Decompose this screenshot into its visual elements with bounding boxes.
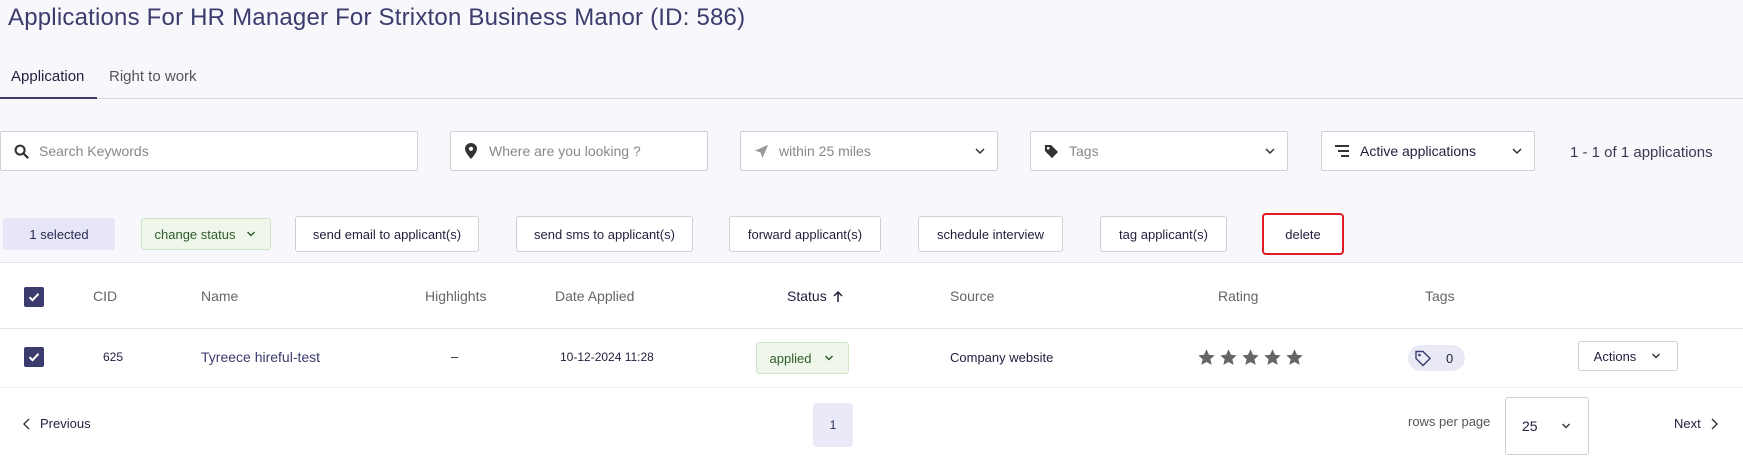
delete-button[interactable]: delete [1262, 213, 1344, 255]
header-highlights: Highlights [425, 288, 487, 304]
applications-table: CID Name Highlights Date Applied Status … [0, 262, 1743, 464]
row-actions-button[interactable]: Actions [1578, 341, 1678, 371]
header-date-applied[interactable]: Date Applied [555, 288, 634, 304]
chevron-down-icon [973, 144, 987, 158]
chevron-down-icon [823, 352, 835, 364]
header-cid[interactable]: CID [93, 288, 117, 304]
previous-label: Previous [40, 416, 91, 431]
filter-lines-icon [1334, 143, 1350, 159]
send-email-button[interactable]: send email to applicant(s) [295, 216, 479, 252]
chevron-down-icon [1560, 420, 1572, 432]
navigation-arrow-icon [753, 143, 769, 159]
tags-select[interactable]: Tags [1030, 131, 1288, 171]
applicant-name-link[interactable]: Tyreece hireful-test [201, 349, 320, 365]
pagination-bar: Previous 1 rows per page 25 Next [0, 387, 1743, 464]
table-header: CID Name Highlights Date Applied Status … [0, 263, 1743, 329]
status-label: applied [769, 350, 812, 366]
application-status-filter[interactable]: Active applications [1321, 131, 1535, 171]
change-status-button[interactable]: change status [141, 218, 271, 250]
location-placeholder: Where are you looking ? [489, 143, 641, 159]
star-icon [1286, 349, 1303, 365]
chevron-down-icon [1263, 144, 1277, 158]
active-tab-indicator [0, 97, 97, 99]
chevron-right-icon [1709, 418, 1719, 430]
search-input[interactable]: Search Keywords [0, 131, 418, 171]
next-page-button[interactable]: Next [1674, 416, 1719, 431]
sort-arrow-up-icon [832, 290, 844, 303]
rating-stars[interactable] [1197, 348, 1304, 367]
page-title: Applications For HR Manager For Strixton… [8, 4, 746, 31]
star-icon [1220, 349, 1237, 365]
header-status-label: Status [787, 288, 827, 304]
selected-count-badge: 1 selected [3, 218, 115, 250]
select-all-checkbox[interactable] [24, 287, 44, 307]
map-pin-icon [463, 143, 479, 159]
tag-outline-icon [1414, 349, 1432, 367]
star-icon [1242, 349, 1259, 365]
tag-applicant-button[interactable]: tag applicant(s) [1100, 216, 1227, 252]
header-name[interactable]: Name [201, 288, 238, 304]
header-rating[interactable]: Rating [1218, 288, 1258, 304]
header-tags: Tags [1425, 288, 1455, 304]
row-highlights: – [451, 349, 459, 364]
tag-icon [1043, 143, 1059, 159]
header-status[interactable]: Status [787, 288, 844, 304]
schedule-interview-button[interactable]: schedule interview [918, 216, 1063, 252]
chevron-left-icon [22, 418, 32, 430]
radius-select[interactable]: within 25 miles [740, 131, 998, 171]
location-input[interactable]: Where are you looking ? [450, 131, 708, 171]
radius-value: within 25 miles [779, 143, 871, 159]
next-label: Next [1674, 416, 1701, 431]
change-status-label: change status [154, 226, 236, 242]
rows-per-page-select[interactable]: 25 [1505, 397, 1589, 455]
results-count: 1 - 1 of 1 applications [1570, 144, 1713, 161]
previous-page-button[interactable]: Previous [22, 416, 91, 431]
checkmark-icon [28, 353, 40, 362]
actions-label: Actions [1593, 348, 1637, 364]
tags-placeholder: Tags [1069, 143, 1099, 159]
rows-per-page-value: 25 [1522, 418, 1538, 434]
row-source: Company website [950, 350, 1054, 365]
application-filter-value: Active applications [1360, 143, 1476, 159]
tags-count: 0 [1446, 350, 1454, 366]
header-source[interactable]: Source [950, 288, 994, 304]
row-date-applied: 10-12-2024 11:28 [560, 350, 654, 364]
send-sms-button[interactable]: send sms to applicant(s) [516, 216, 693, 252]
checkmark-icon [28, 293, 40, 302]
chevron-down-icon [245, 228, 257, 240]
chevron-down-icon [1510, 144, 1524, 158]
page-number-button[interactable]: 1 [813, 403, 853, 447]
tab-application[interactable]: Application [11, 68, 84, 85]
forward-applicant-button[interactable]: forward applicant(s) [729, 216, 881, 252]
table-row[interactable]: 625 Tyreece hireful-test – 10-12-2024 11… [0, 329, 1743, 387]
row-tags-badge[interactable]: 0 [1408, 345, 1465, 371]
tab-bar: Application Right to work [0, 62, 1743, 99]
search-placeholder: Search Keywords [39, 143, 149, 159]
rows-per-page-label: rows per page [1408, 414, 1491, 429]
star-icon [1198, 349, 1215, 365]
row-checkbox[interactable] [24, 347, 44, 367]
chevron-down-icon [1650, 350, 1662, 362]
tab-right-to-work[interactable]: Right to work [109, 68, 197, 85]
row-cid: 625 [103, 350, 124, 364]
star-icon [1264, 349, 1281, 365]
status-dropdown[interactable]: applied [756, 342, 849, 374]
search-icon [13, 143, 29, 159]
